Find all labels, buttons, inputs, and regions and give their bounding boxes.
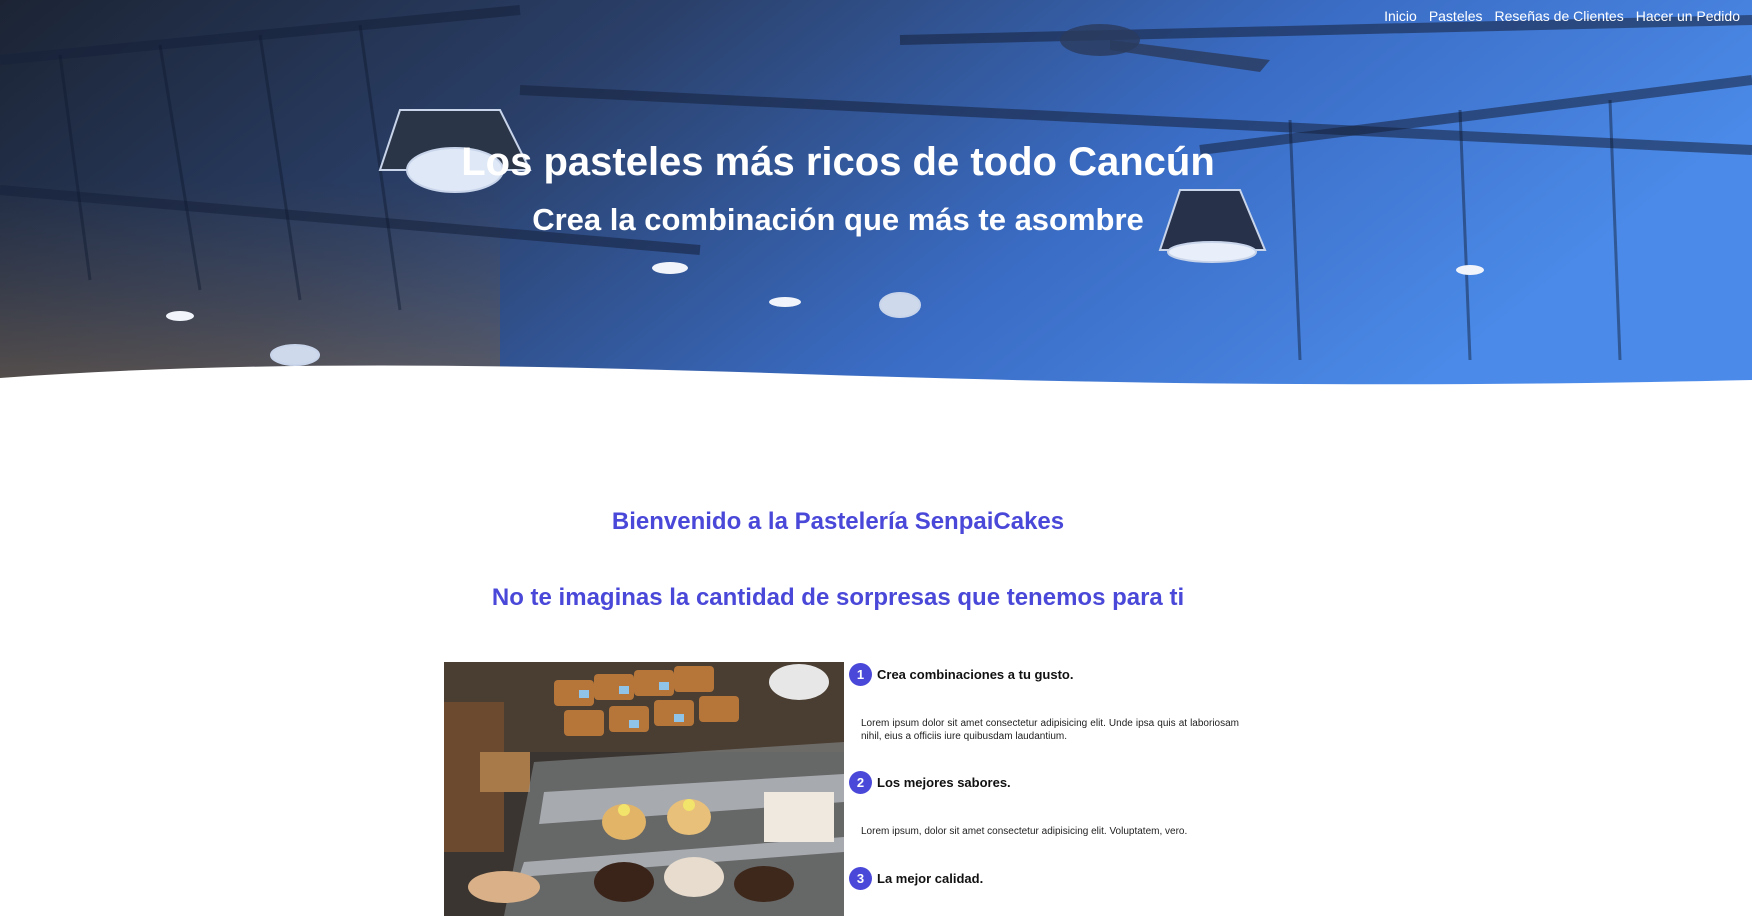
nav-link-pedido[interactable]: Hacer un Pedido: [1630, 4, 1746, 28]
feature-item: 1 Crea combinaciones a tu gusto. Lorem i…: [849, 662, 1239, 743]
number-badge: 1: [849, 662, 872, 686]
feature-header: 1 Crea combinaciones a tu gusto.: [849, 662, 1239, 686]
hero-banner: Inicio Pasteles Reseñas de Clientes Hace…: [0, 0, 1752, 420]
bakery-display-photo: [444, 662, 844, 916]
feature-header: 3 La mejor calidad.: [849, 866, 1239, 890]
feature-description: Lorem ipsum, dolor sit amet consectetur …: [861, 826, 1188, 837]
number-badge: 2: [849, 770, 872, 794]
feature-title: Los mejores sabores.: [877, 774, 1011, 790]
feature-item: 2 Los mejores sabores. Lorem ipsum, dolo…: [849, 770, 1239, 838]
surprise-heading: No te imaginas la cantidad de sorpresas …: [491, 584, 1185, 611]
number-badge: 3: [849, 866, 872, 890]
nav-link-resenas[interactable]: Reseñas de Clientes: [1489, 4, 1630, 28]
nav-link-inicio[interactable]: Inicio: [1378, 4, 1423, 28]
welcome-heading: Bienvenido a la Pastelería SenpaiCakes: [611, 508, 1065, 535]
feature-title: La mejor calidad.: [877, 870, 984, 886]
feature-description: Lorem ipsum dolor sit amet consectetur a…: [861, 718, 1239, 742]
hero-subtitle: Crea la combinación que más te asombre: [532, 202, 1144, 237]
hero-title: Los pasteles más ricos de todo Cancún: [461, 140, 1215, 184]
nav-link-pasteles[interactable]: Pasteles: [1423, 4, 1489, 28]
main-nav: Inicio Pasteles Reseñas de Clientes Hace…: [1378, 4, 1746, 28]
feature-title: Crea combinaciones a tu gusto.: [877, 666, 1074, 682]
feature-header: 2 Los mejores sabores.: [849, 770, 1239, 794]
feature-item: 3 La mejor calidad.: [849, 866, 1239, 890]
